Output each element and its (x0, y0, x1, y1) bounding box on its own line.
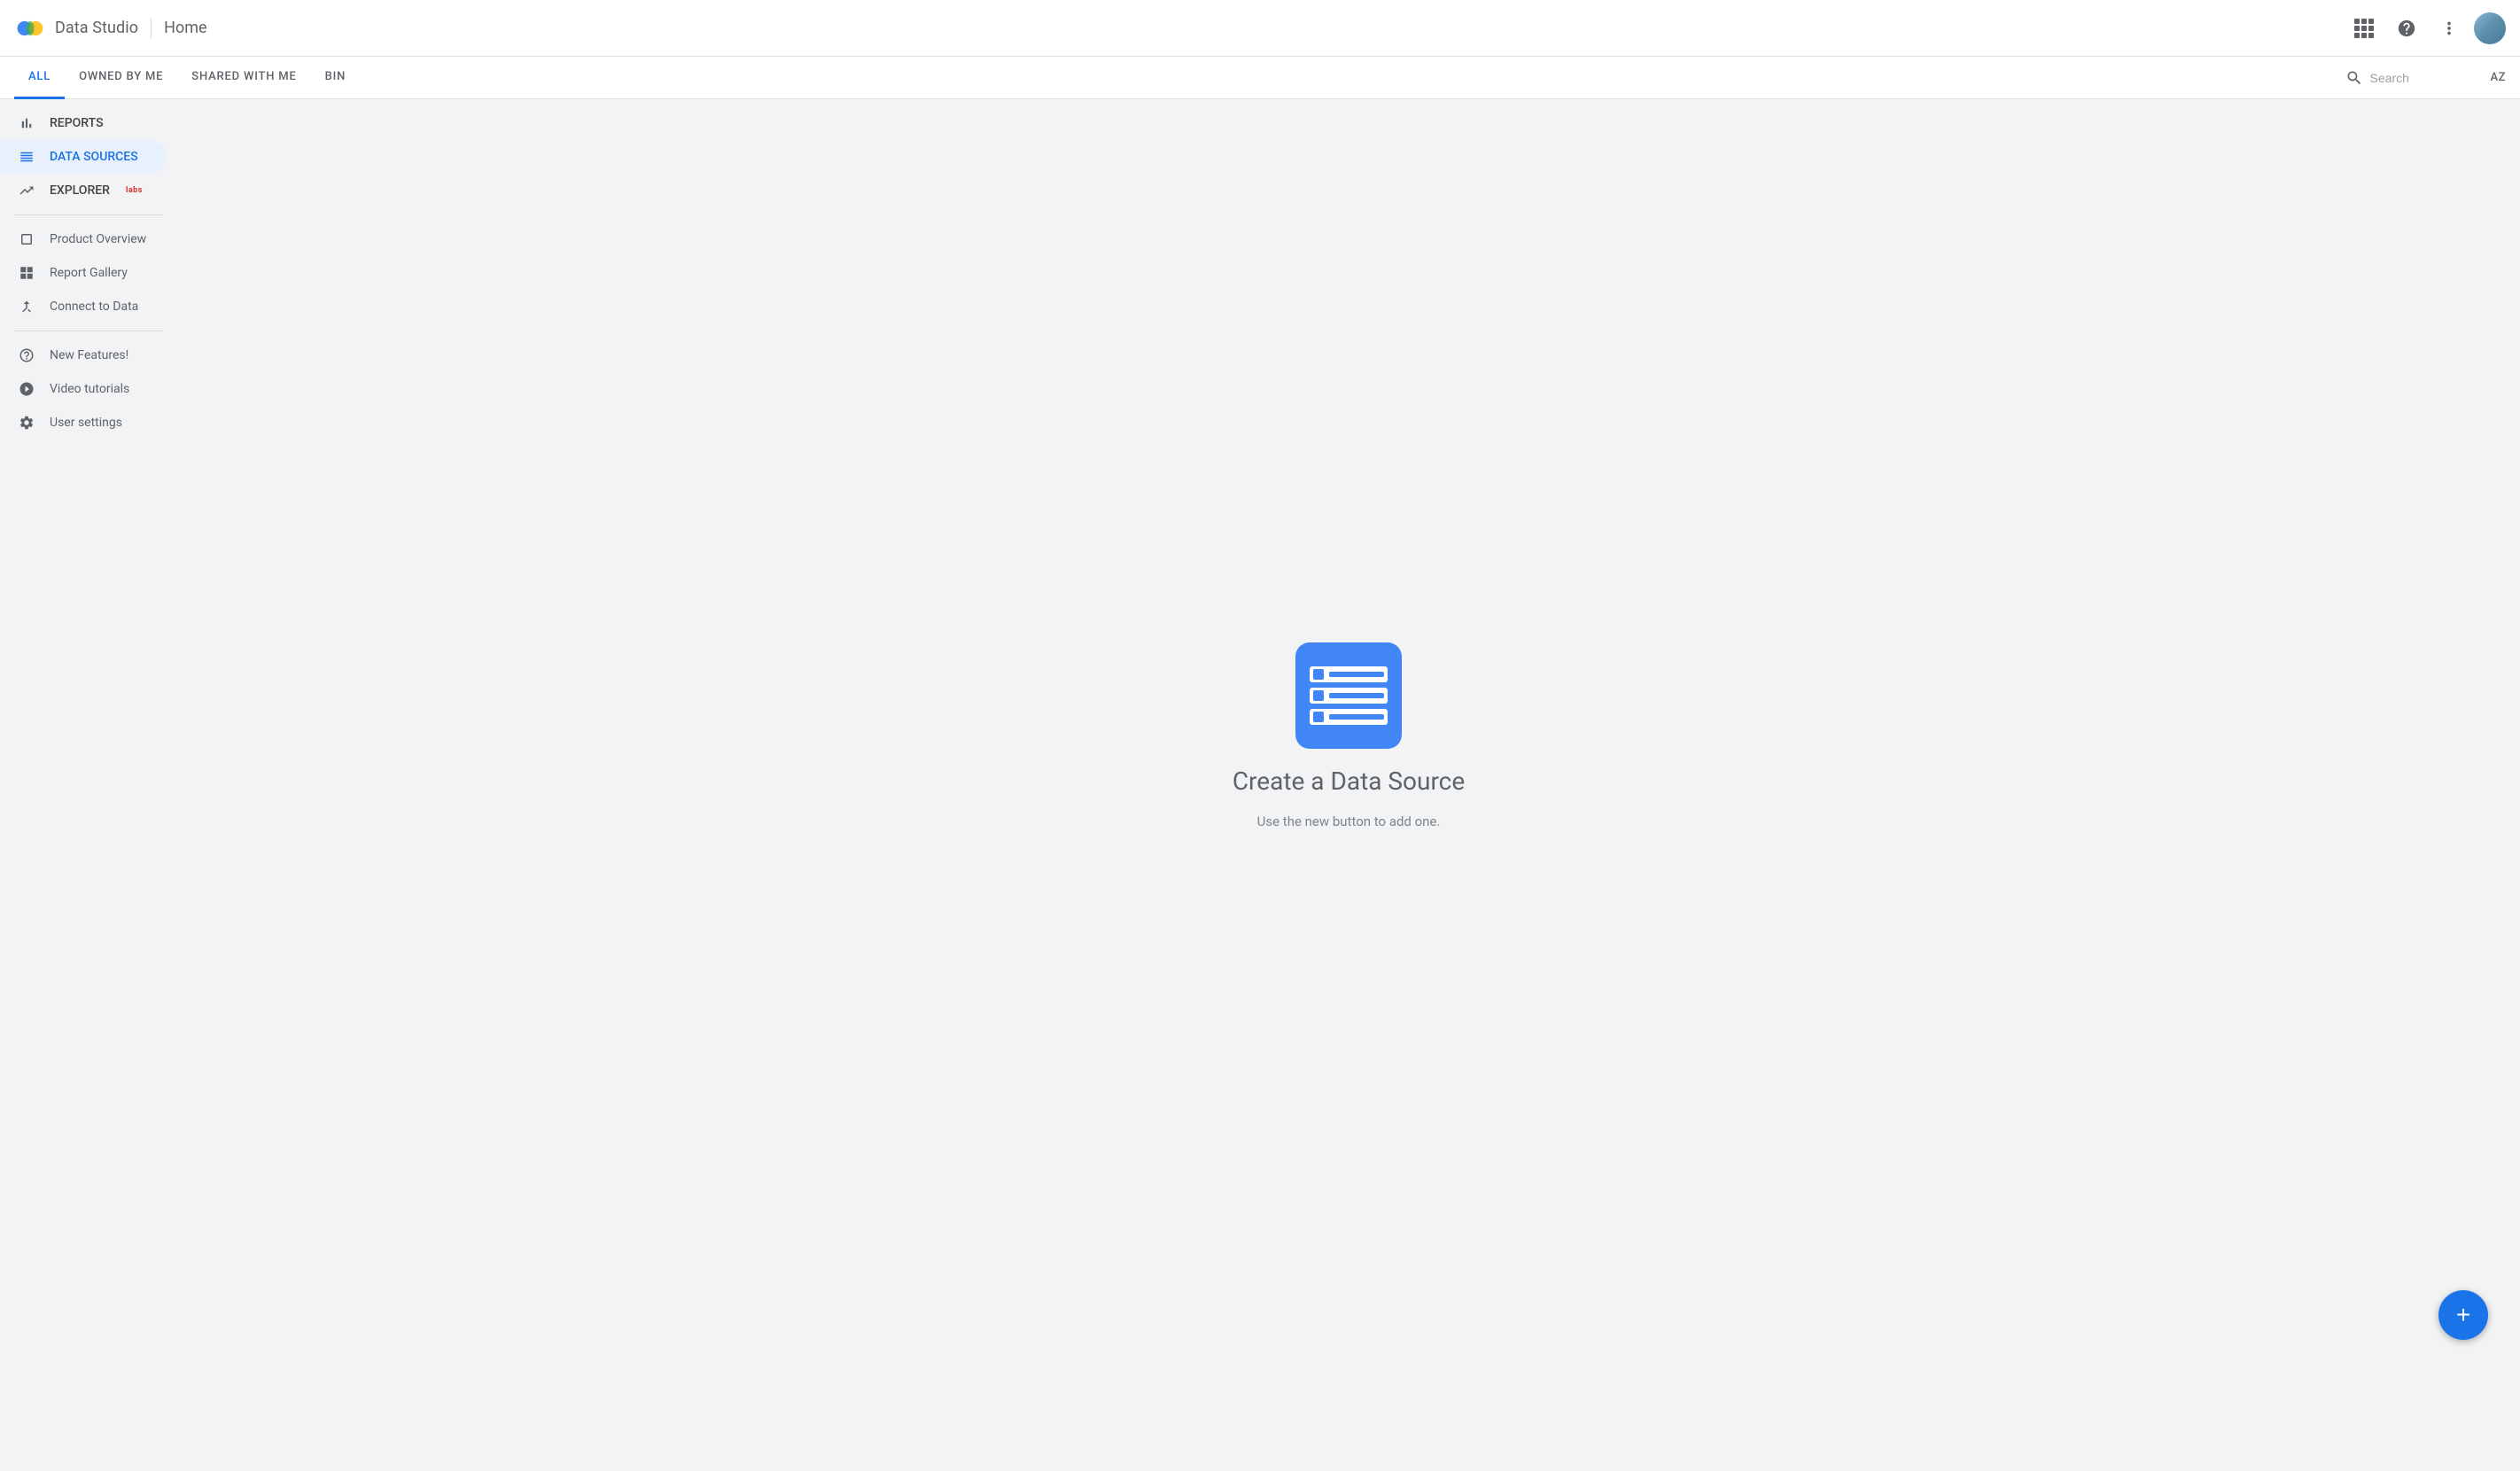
page-title: Home (164, 19, 206, 37)
sort-az-button[interactable]: AZ (2491, 71, 2506, 84)
play-circle-icon (18, 381, 35, 397)
grid-apps-button[interactable] (2346, 11, 2382, 46)
sidebar-item-product-overview[interactable]: Product Overview (0, 222, 177, 256)
avatar-image (2474, 12, 2506, 44)
ds-row-line-1 (1329, 672, 1384, 677)
search-icon (2345, 69, 2363, 87)
grid-icon (2354, 19, 2374, 38)
sidebar-divider-1 (14, 214, 163, 215)
ds-row-square-1 (1313, 669, 1324, 680)
empty-state-title: Create a Data Source (1233, 767, 1465, 796)
tabs-bar: ALL OWNED BY ME SHARED WITH ME BIN AZ (0, 57, 2520, 99)
empty-state: Create a Data Source Use the new button … (1233, 642, 1465, 829)
tab-owned-by-me[interactable]: OWNED BY ME (65, 57, 177, 99)
sidebar-item-data-sources-label: DATA SOURCES (50, 150, 138, 164)
data-source-illustration (1295, 642, 1402, 749)
ds-row-2 (1310, 688, 1388, 704)
sidebar-item-product-overview-label: Product Overview (50, 232, 146, 246)
sidebar-item-explorer[interactable]: EXPLORER labs (0, 174, 167, 207)
table-rows-icon (18, 149, 35, 165)
tab-all[interactable]: ALL (14, 57, 65, 99)
app-name: Data Studio (55, 19, 138, 37)
search-area (2345, 69, 2477, 87)
sidebar-item-report-gallery-label: Report Gallery (50, 266, 128, 280)
sidebar-item-explorer-label: EXPLORER (50, 183, 110, 198)
sidebar-item-connect-to-data-label: Connect to Data (50, 300, 138, 314)
ds-row-line-2 (1329, 693, 1384, 698)
header: Data Studio Home (0, 0, 2520, 57)
empty-state-subtitle: Use the new button to add one. (1257, 813, 1441, 829)
fab-add-button[interactable]: + (2438, 1290, 2488, 1340)
ds-row-square-2 (1313, 690, 1324, 701)
sidebar-item-new-features[interactable]: New Features! (0, 339, 177, 372)
tab-bin[interactable]: BIN (311, 57, 361, 99)
sidebar-item-new-features-label: New Features! (50, 348, 128, 362)
settings-icon (18, 415, 35, 431)
sidebar: REPORTS DATA SOURCES EXPLORER labs (0, 99, 177, 1372)
fab-plus-icon: + (2456, 1301, 2470, 1329)
grid-view-icon (18, 265, 35, 281)
avatar[interactable] (2474, 12, 2506, 44)
header-divider (151, 18, 152, 39)
ds-row-3 (1310, 709, 1388, 725)
sidebar-item-reports-label: REPORTS (50, 116, 104, 130)
search-input[interactable] (2370, 71, 2477, 85)
data-studio-logo-icon (14, 12, 46, 44)
tab-shared-with-me[interactable]: SHARED WITH ME (177, 57, 310, 99)
bar-chart-icon (18, 115, 35, 131)
help-icon (2397, 19, 2416, 38)
header-actions (2346, 11, 2506, 46)
sidebar-item-data-sources[interactable]: DATA SOURCES (0, 140, 167, 174)
trending-up-icon (18, 183, 35, 198)
labs-badge: labs (126, 186, 143, 195)
sidebar-item-connect-to-data[interactable]: Connect to Data (0, 290, 177, 323)
main-content: Create a Data Source Use the new button … (177, 99, 2520, 1372)
ds-row-1 (1310, 666, 1388, 682)
new-features-icon (18, 347, 35, 363)
sidebar-item-user-settings-label: User settings (50, 416, 122, 430)
sidebar-item-report-gallery[interactable]: Report Gallery (0, 256, 177, 290)
logo[interactable]: Data Studio (14, 12, 138, 44)
sidebar-item-user-settings[interactable]: User settings (0, 406, 177, 440)
help-button[interactable] (2389, 11, 2424, 46)
main-layout: REPORTS DATA SOURCES EXPLORER labs (0, 99, 2520, 1372)
more-options-button[interactable] (2431, 11, 2467, 46)
sidebar-item-video-tutorials[interactable]: Video tutorials (0, 372, 177, 406)
ds-row-square-3 (1313, 712, 1324, 722)
crop-square-icon (18, 231, 35, 247)
ds-row-line-3 (1329, 714, 1384, 720)
more-vert-icon (2439, 19, 2459, 38)
sidebar-item-video-tutorials-label: Video tutorials (50, 382, 129, 396)
sidebar-item-reports[interactable]: REPORTS (0, 106, 167, 140)
merge-type-icon (18, 299, 35, 315)
